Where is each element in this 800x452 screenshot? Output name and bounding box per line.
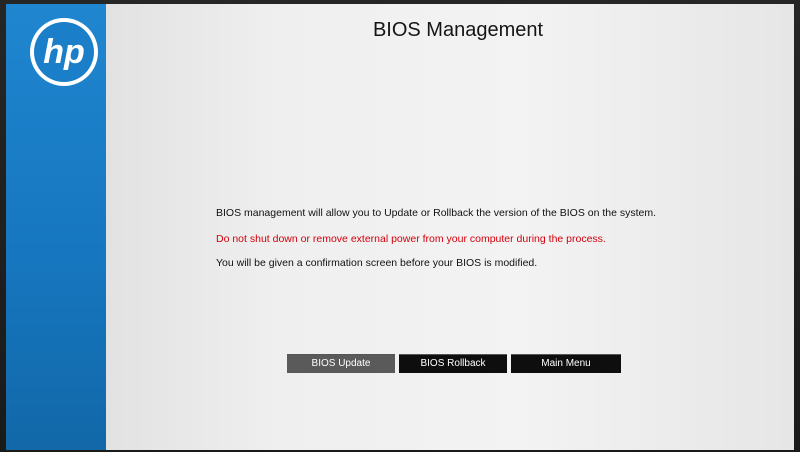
page-title: BIOS Management — [372, 19, 544, 41]
warning-line-power: Do not shut down or remove external powe… — [216, 233, 606, 245]
info-line-confirmation: You will be given a confirmation screen … — [216, 257, 538, 269]
main-panel: BIOS Management BIOS management will all… — [106, 4, 794, 450]
button-bar: BIOS Update BIOS Rollback Main Menu — [287, 354, 621, 373]
screen: hp BIOS Management BIOS management will … — [0, 0, 800, 452]
hp-logo: hp — [30, 18, 98, 86]
info-line-update-rollback: BIOS management will allow you to Update… — [216, 207, 657, 219]
sidebar: hp — [6, 4, 106, 450]
svg-text:hp: hp — [43, 33, 85, 71]
main-menu-button[interactable]: Main Menu — [511, 354, 621, 373]
bios-rollback-button[interactable]: BIOS Rollback — [399, 354, 507, 373]
bios-update-button[interactable]: BIOS Update — [287, 354, 395, 373]
